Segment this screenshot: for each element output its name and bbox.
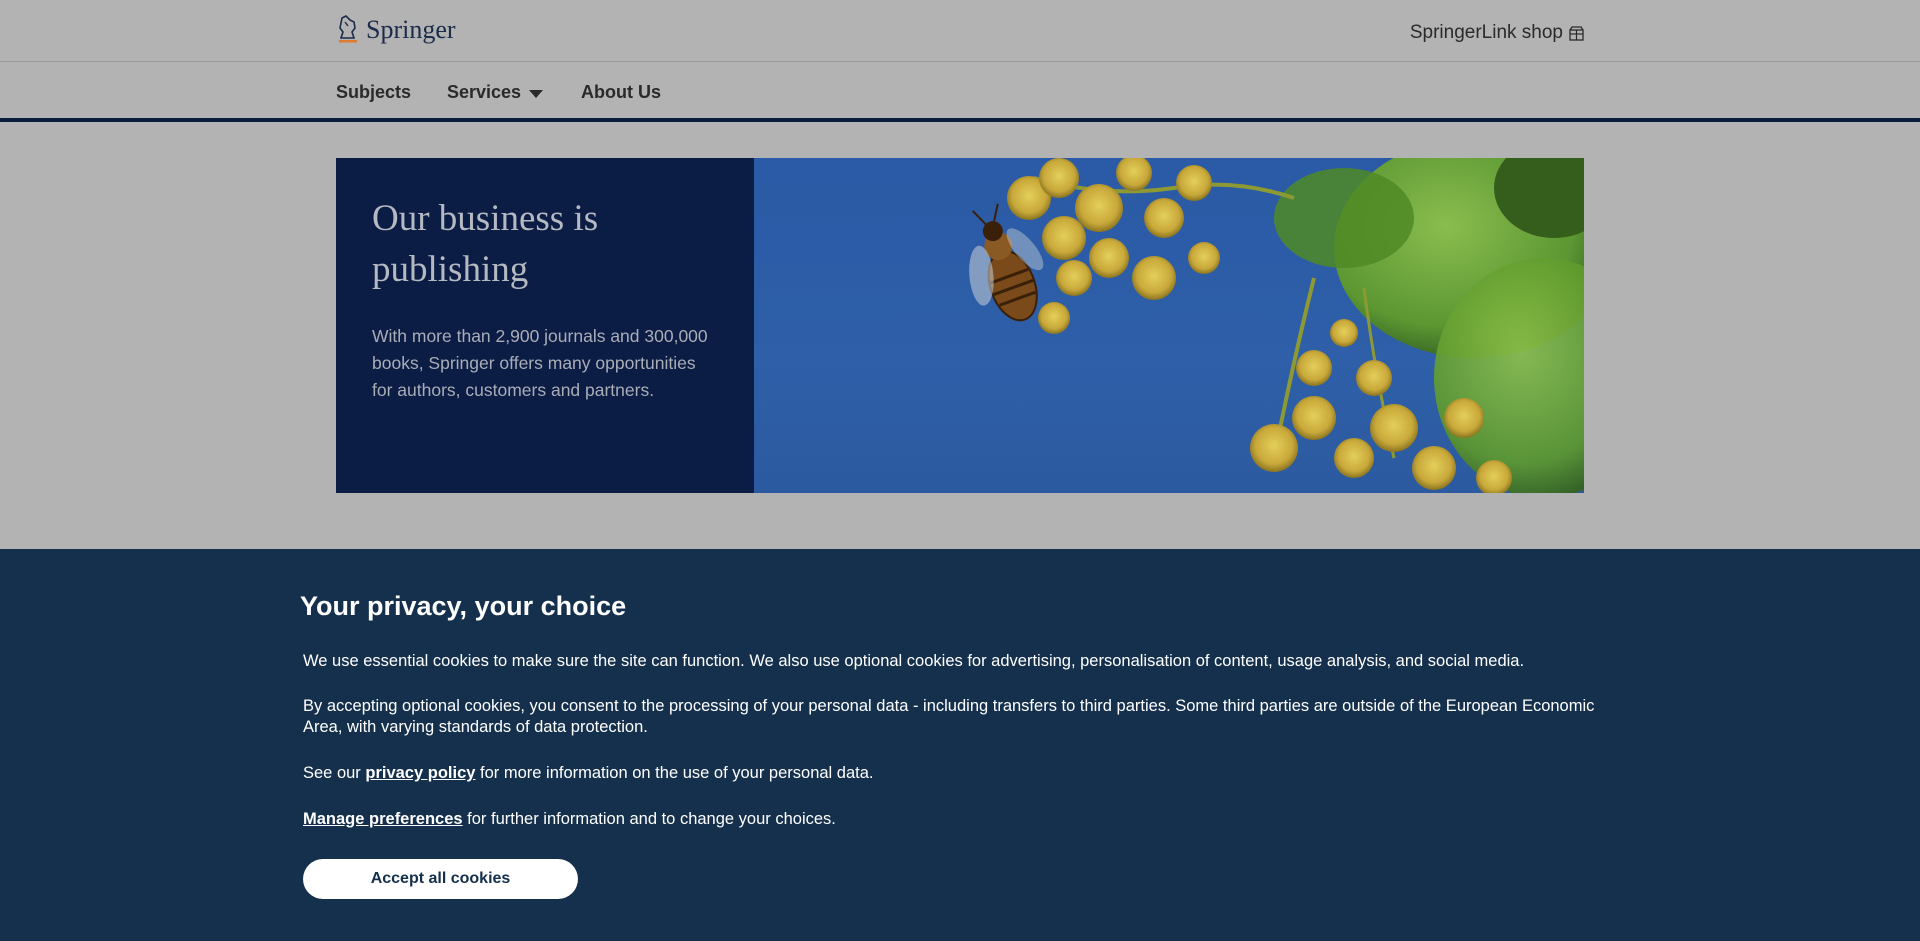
hero-title: Our business is publishing: [372, 198, 599, 290]
preferences-suffix: for further information and to change yo…: [462, 810, 836, 828]
accept-all-cookies-button[interactable]: Accept all cookies: [303, 859, 578, 899]
shop-label: SpringerLink shop: [1409, 22, 1563, 43]
cookie-paragraph-consent: By accepting optional cookies, you conse…: [303, 697, 1595, 736]
top-header: Springer SpringerLink shop: [0, 0, 1920, 62]
privacy-prefix: See our: [303, 764, 366, 782]
main-nav: Subjects Services About Us: [0, 63, 1920, 122]
nav-about-label: About Us: [581, 82, 661, 102]
nav-subjects-label: Subjects: [336, 82, 412, 102]
caret-down-icon: [529, 90, 544, 98]
cookie-paragraph-privacy: See our privacy policy for more informat…: [303, 763, 1603, 784]
springer-logo[interactable]: Springer: [336, 14, 456, 46]
manage-preferences-link[interactable]: Manage preferences: [303, 810, 463, 828]
cookie-paragraph-preferences: Manage preferences for further informati…: [303, 809, 1603, 830]
bee-flowers-illustration: [969, 158, 1584, 493]
cookie-consent-banner: Your privacy, your choice We use essenti…: [0, 549, 1920, 941]
privacy-policy-link[interactable]: privacy policy: [365, 764, 475, 782]
nav-services-label: Services: [447, 82, 522, 102]
hero-description: With more than 2,900 journals and 300,00…: [372, 326, 708, 400]
hero-bee-image: [754, 158, 1584, 493]
nav-about-us[interactable]: About Us: [581, 82, 661, 103]
cookie-title: Your privacy, your choice: [300, 591, 627, 621]
cookie-paragraph-essential: We use essential cookies to make sure th…: [303, 652, 1525, 670]
logo-text: Springer: [366, 15, 456, 44]
hero-text-panel: Our business is publishing With more tha…: [336, 158, 754, 493]
nav-subjects[interactable]: Subjects: [336, 82, 411, 103]
privacy-suffix: for more information on the use of your …: [475, 764, 874, 782]
springerlink-shop-link[interactable]: SpringerLink shop: [1410, 22, 1584, 44]
nav-services[interactable]: Services: [447, 82, 544, 103]
springer-horse-icon: [339, 15, 357, 43]
shop-icon: [1569, 25, 1584, 41]
hero-section: Our business is publishing With more tha…: [336, 158, 1584, 493]
